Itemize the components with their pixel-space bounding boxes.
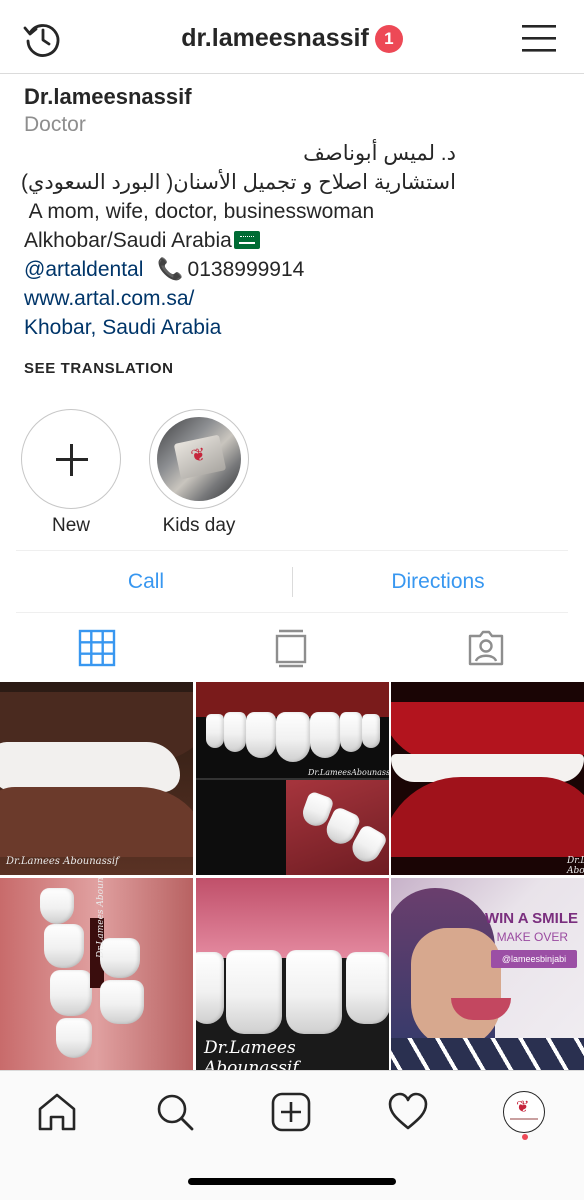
bio-line-contact: @artaldental 📞 0138999914 <box>24 255 564 284</box>
tagged-icon[interactable] <box>466 628 506 668</box>
username-header[interactable]: dr.lameesnassif 1 <box>0 24 584 53</box>
highlight-kids-day[interactable]: ❦ Kids day <box>149 409 249 537</box>
grid-icon[interactable] <box>77 628 117 668</box>
post-thumbnail[interactable]: Dr.LameesAbounassif <box>196 682 389 875</box>
post-caption: Dr.Lamees Abounassif <box>6 856 119 867</box>
bio-line-description: A mom, wife, doctor, businesswoman <box>24 200 375 223</box>
add-post-icon[interactable] <box>270 1091 312 1133</box>
heart-icon[interactable] <box>387 1091 429 1133</box>
profile-notification-dot <box>522 1134 528 1140</box>
highlight-cover-image: ❦ <box>157 417 241 501</box>
username-title: dr.lameesnassif <box>181 24 369 52</box>
promo-subtitle: MAKE OVER <box>496 930 568 944</box>
highlight-new[interactable]: New <box>21 409 121 537</box>
top-bar: dr.lameesnassif 1 <box>0 0 584 74</box>
profile-avatar-icon[interactable]: ❦ <box>503 1091 545 1133</box>
feed-icon[interactable] <box>271 628 311 668</box>
bio-location-text: Alkhobar/Saudi Arabia <box>24 229 232 252</box>
post-caption-main: Dr.Lamees Abounassif <box>204 1038 299 1071</box>
location-link[interactable]: Khobar, Saudi Arabia <box>24 313 564 342</box>
home-icon[interactable] <box>36 1091 78 1133</box>
post-thumbnail[interactable]: Dr.Lamees Abounassif <box>391 682 584 875</box>
website-link[interactable]: www.artal.com.sa/ <box>24 284 564 313</box>
post-caption: Dr.Lamees Abounassif <box>96 878 106 958</box>
directions-button[interactable]: Directions <box>308 551 568 613</box>
saudi-flag-icon <box>233 231 260 249</box>
highlight-label: New <box>51 515 90 536</box>
highlight-new-circle[interactable] <box>21 409 121 509</box>
profile-bio: Dr.lameesnassif Doctor د. لميس أبوناصف ا… <box>20 83 564 342</box>
post-caption: Dr.Lamees Abounassif <box>567 856 584 875</box>
profile-tabs <box>0 614 584 682</box>
profile-name: Dr.lameesnassif <box>24 84 192 109</box>
post-thumbnail[interactable]: Dr.Lamees Abounassif <box>0 682 193 875</box>
contact-actions: Call Directions <box>16 550 568 613</box>
see-translation-button[interactable]: SEE TRANSLATION <box>24 360 174 377</box>
menu-icon[interactable] <box>522 22 556 54</box>
bio-line-arabic-title: استشارية اصلاح و تجميل الأسنان( البورد ا… <box>20 171 456 194</box>
plus-icon <box>56 444 88 476</box>
bio-line-location: Alkhobar/Saudi Arabia <box>24 226 564 255</box>
notification-badge: 1 <box>374 24 403 53</box>
highlight-kids-day-circle[interactable]: ❦ <box>149 409 249 509</box>
post-thumbnail[interactable]: Dr.Lamees Abounassif <box>0 878 193 1071</box>
phone-number[interactable]: 0138999914 <box>188 258 305 281</box>
post-thumbnail[interactable]: Dr.Lamees Abounassif <box>196 878 389 1071</box>
mention-link[interactable]: @artaldental <box>24 258 143 281</box>
post-grid: Dr.Lamees Abounassif Dr.LameesAbounassif… <box>0 682 584 1071</box>
post-caption: Dr.LameesAbounassif <box>308 768 389 777</box>
promo-handle: @lameesbinjabi <box>491 950 577 968</box>
post-thumbnail[interactable]: WIN A SMILE MAKE OVER @lameesbinjabi <box>391 878 584 1071</box>
promo-title: WIN A SMILE <box>484 910 578 927</box>
search-icon[interactable] <box>154 1091 196 1133</box>
highlight-label: Kids day <box>162 515 236 536</box>
profile-category: Doctor <box>24 113 86 136</box>
phone-icon: 📞 <box>157 258 184 281</box>
actions-divider <box>292 567 293 597</box>
bio-line-arabic-name: د. لميس أبوناصف <box>303 142 456 165</box>
call-button[interactable]: Call <box>16 551 276 613</box>
home-indicator <box>188 1178 396 1185</box>
